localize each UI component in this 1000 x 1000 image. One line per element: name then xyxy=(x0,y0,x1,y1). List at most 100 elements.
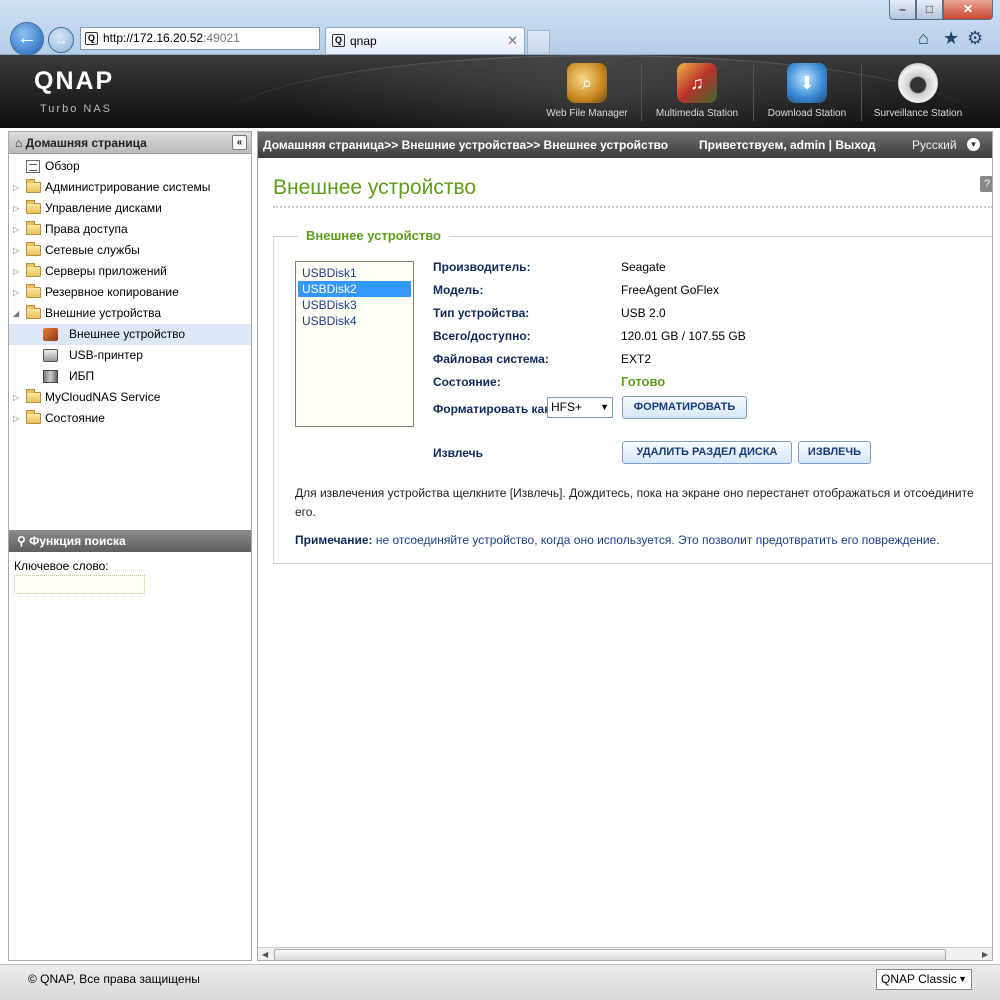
tree-item-access-rights[interactable]: ▷ Права доступа xyxy=(9,219,251,240)
browser-tab[interactable]: Q qnap ✕ xyxy=(325,27,525,54)
maximize-button[interactable]: □ xyxy=(916,0,943,20)
tree-label: Права доступа xyxy=(45,222,128,236)
format-type-select[interactable]: HFS+ ▼ xyxy=(547,397,613,418)
filesystem-label: Файловая система: xyxy=(433,352,549,366)
tree-item-overview[interactable]: Обзор xyxy=(9,156,251,177)
expand-arrow-icon[interactable]: ▷ xyxy=(13,408,19,429)
tab-title: qnap xyxy=(350,34,377,48)
scroll-right-icon[interactable]: ▶ xyxy=(982,950,988,959)
new-tab-button[interactable] xyxy=(527,30,550,54)
surveillance-station-link[interactable]: Surveillance Station xyxy=(865,55,971,128)
theme-select[interactable]: QNAP Classic ▼ xyxy=(876,969,972,990)
minimize-button[interactable]: – xyxy=(889,0,916,20)
footer: © QNAP, Все права защищены QNAP Classic … xyxy=(0,964,1000,1000)
note-text: не отсоединяйте устройство, когда оно ис… xyxy=(372,533,940,547)
keyword-input[interactable] xyxy=(14,575,145,594)
expand-arrow-icon[interactable]: ▷ xyxy=(13,198,19,219)
tree-item-external-devices[interactable]: ◢ Внешние устройства xyxy=(9,303,251,324)
disk-item[interactable]: USBDisk4 xyxy=(298,313,411,329)
expand-arrow-icon[interactable]: ▷ xyxy=(13,282,19,303)
disk-item[interactable]: USBDisk3 xyxy=(298,297,411,313)
gear-icon[interactable]: ⚙ xyxy=(967,28,983,49)
tree-item-disk-management[interactable]: ▷ Управление дисками xyxy=(9,198,251,219)
app-label: Download Station xyxy=(767,108,847,119)
star-icon[interactable]: ★ xyxy=(943,28,959,49)
film-icon: ♫ xyxy=(690,73,704,93)
qnap-logo: QNAP xyxy=(34,67,115,95)
tree-label: Обзор xyxy=(45,159,80,173)
qnap-favicon-icon: Q xyxy=(85,32,98,45)
collapse-sidebar-icon[interactable]: « xyxy=(232,135,247,150)
expand-arrow-icon[interactable]: ▷ xyxy=(13,240,19,261)
sidebar-header: ⌂ Домашняя страница « xyxy=(9,132,251,154)
collapse-arrow-icon[interactable]: ◢ xyxy=(13,303,19,324)
folder-icon xyxy=(26,284,41,298)
tree-item-network-services[interactable]: ▷ Сетевые службы xyxy=(9,240,251,261)
tree-label: Резервное копирование xyxy=(45,285,179,299)
breadcrumb[interactable]: Домашняя страница>> Внешние устройства>>… xyxy=(263,132,668,158)
eject-button[interactable]: ИЗВЛЕЧЬ xyxy=(798,441,871,464)
app-label: Surveillance Station xyxy=(873,108,963,119)
address-bar[interactable]: Q http://172.16.20.52:49021 ⚲▾⊡↻✕ xyxy=(80,27,320,50)
back-button[interactable]: ← xyxy=(10,22,44,56)
address-tools-icons[interactable]: ⚲▾⊡↻✕ xyxy=(319,28,320,49)
close-window-button[interactable]: ✕ xyxy=(943,0,993,20)
disk-item[interactable]: USBDisk1 xyxy=(298,265,411,281)
tree-label: Серверы приложений xyxy=(45,264,167,278)
ups-icon xyxy=(43,370,58,383)
disk-item-selected[interactable]: USBDisk2 xyxy=(298,281,411,297)
format-button[interactable]: ФОРМАТИРОВАТЬ xyxy=(622,396,747,419)
horizontal-scrollbar[interactable]: ◀ ▶ xyxy=(258,947,992,960)
house-icon: ⌂ xyxy=(15,136,23,150)
expand-arrow-icon[interactable]: ▷ xyxy=(13,219,19,240)
delete-partition-button[interactable]: УДАЛИТЬ РАЗДЕЛ ДИСКА xyxy=(622,441,792,464)
warning-note: Примечание: не отсоединяйте устройство, … xyxy=(295,533,940,547)
nav-tree: Обзор ▷ Администрирование системы ▷ Упра… xyxy=(9,154,251,429)
tree-item-external-device[interactable]: Внешнее устройство xyxy=(9,324,251,345)
welcome-logout[interactable]: Приветствуем, admin | Выход xyxy=(699,132,875,158)
language-selector[interactable]: Русский xyxy=(912,132,957,158)
tree-label: Внешнее устройство xyxy=(69,327,186,341)
multimedia-station-link[interactable]: ♫ Multimedia Station xyxy=(646,55,748,128)
overview-icon xyxy=(26,160,40,173)
tab-close-icon[interactable]: ✕ xyxy=(507,28,518,54)
download-station-link[interactable]: ⬇ Download Station xyxy=(758,55,856,128)
tree-label: Управление дисками xyxy=(45,201,162,215)
expand-arrow-icon[interactable]: ▷ xyxy=(13,177,19,198)
eject-label: Извлечь xyxy=(433,446,483,460)
disk-list[interactable]: USBDisk1 USBDisk2 USBDisk3 USBDisk4 xyxy=(295,261,414,427)
page-title: Внешнее устройство xyxy=(273,176,477,199)
tree-item-mycloudnas[interactable]: ▷ MyCloudNAS Service xyxy=(9,387,251,408)
expand-arrow-icon[interactable]: ▷ xyxy=(13,261,19,282)
scrollbar-thumb[interactable] xyxy=(274,949,946,960)
url-host: http://172.16.20.52 xyxy=(103,31,204,45)
sidebar: ⌂ Домашняя страница « Обзор ▷ Администри… xyxy=(8,131,252,961)
tree-item-app-servers[interactable]: ▷ Серверы приложений xyxy=(9,261,251,282)
top-bar: Домашняя страница>> Внешние устройства>>… xyxy=(258,132,992,158)
divider xyxy=(273,206,992,208)
search-title: Функция поиска xyxy=(29,534,126,548)
status-value: Готово xyxy=(621,374,666,389)
tree-item-system-admin[interactable]: ▷ Администрирование системы xyxy=(9,177,251,198)
help-icon[interactable]: ? xyxy=(980,176,992,192)
home-icon[interactable]: ⌂ xyxy=(918,28,929,49)
forward-button[interactable]: → xyxy=(48,27,74,53)
tree-item-ups[interactable]: ИБП xyxy=(9,366,251,387)
device-type-label: Тип устройства: xyxy=(433,306,530,320)
tree-item-status[interactable]: ▷ Состояние xyxy=(9,408,251,429)
chevron-down-icon[interactable]: ▼ xyxy=(967,138,980,151)
tree-label: Администрирование системы xyxy=(45,180,211,194)
folder-icon xyxy=(26,221,41,235)
folder-icon xyxy=(26,389,41,403)
status-label: Состояние: xyxy=(433,375,501,389)
arrow-left-icon: ← xyxy=(17,27,37,50)
tree-item-usb-printer[interactable]: USB-принтер xyxy=(9,345,251,366)
tree-label: MyCloudNAS Service xyxy=(45,390,161,404)
tree-item-backup[interactable]: ▷ Резервное копирование xyxy=(9,282,251,303)
folder-icon xyxy=(26,242,41,256)
scroll-left-icon[interactable]: ◀ xyxy=(262,950,268,959)
app-label: Web File Manager xyxy=(546,108,628,119)
capacity-label: Всего/доступно: xyxy=(433,329,531,343)
expand-arrow-icon[interactable]: ▷ xyxy=(13,387,19,408)
web-file-manager-link[interactable]: ⌕ Web File Manager xyxy=(538,55,636,128)
